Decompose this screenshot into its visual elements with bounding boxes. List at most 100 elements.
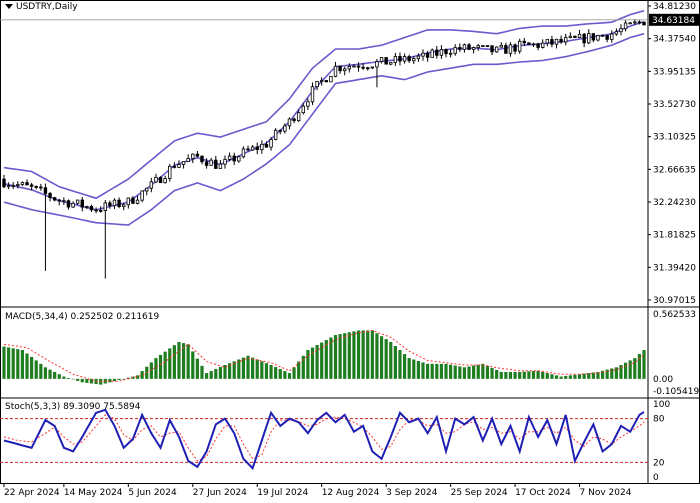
candle-body (66, 200, 71, 208)
macd-histogram-bar (370, 330, 374, 379)
macd-histogram-bar (85, 378, 89, 383)
candle-body (264, 143, 269, 148)
macd-histogram-bar (522, 371, 526, 379)
macd-histogram-bar (462, 367, 467, 379)
macd-histogram-bar (2, 346, 6, 379)
candle-body (517, 40, 522, 52)
candle-body (559, 38, 563, 43)
candle-body (227, 155, 232, 160)
candle-body (145, 187, 149, 192)
candle-body (490, 45, 494, 53)
candle-body (232, 155, 236, 162)
macd-histogram-bar (416, 360, 420, 379)
candle-body (214, 159, 218, 169)
macd-histogram-bar (218, 367, 223, 379)
candle-body (531, 43, 536, 46)
macd-histogram-bar (375, 333, 379, 379)
macd-histogram-bar (421, 362, 425, 379)
candle-body (494, 46, 499, 53)
price-axis-label: 33.95135 (653, 67, 696, 77)
macd-histogram-bar (89, 378, 94, 384)
macd-histogram-bar (495, 369, 499, 379)
triangle-down-icon[interactable] (5, 4, 13, 9)
time-axis-label: 7 Nov 2024 (580, 488, 632, 498)
macd-histogram-bar (48, 369, 52, 379)
macd-histogram-bar (255, 359, 259, 379)
candle-body (471, 47, 476, 50)
candle-body (292, 118, 296, 122)
candle-body (527, 42, 531, 45)
candle-body (75, 199, 80, 204)
candle-body (587, 33, 591, 44)
candle-body (25, 182, 29, 186)
candle-body (71, 202, 75, 208)
macd-histogram-bar (16, 349, 20, 379)
price-axis-label: 34.81230 (653, 2, 696, 12)
candle-body (402, 56, 407, 62)
price-axis-label: 32.66635 (653, 165, 696, 175)
candle-body (158, 176, 163, 184)
candle-body (140, 190, 144, 201)
candle-body (389, 62, 393, 65)
macd-histogram-bar (338, 334, 342, 379)
macd-histogram-bar (154, 358, 158, 379)
time-axis-label: 22 Apr 2024 (4, 488, 60, 498)
macd-histogram-bar (499, 371, 503, 379)
chart-window[interactable]: 34.81230 34.37540 33.95135 33.52730 33.10325… (0, 0, 700, 500)
macd-histogram-bar (260, 361, 264, 379)
macd-histogram-bar (25, 353, 29, 379)
macd-histogram-bar (508, 371, 513, 379)
macd-histogram-bar (504, 371, 508, 379)
candle-body (260, 143, 264, 151)
candle-body (20, 182, 25, 185)
macd-histogram-bar (320, 342, 324, 379)
macd-histogram-bar (554, 375, 559, 379)
macd-histogram-bar (573, 374, 577, 379)
candle-body (301, 105, 305, 114)
macd-histogram-bar (246, 355, 250, 379)
macd-histogram-bar (541, 371, 545, 379)
candle-body (356, 65, 361, 68)
candle-body (112, 199, 117, 207)
macd-histogram-bar (453, 365, 457, 379)
candle-body (181, 161, 186, 165)
candle-body (421, 52, 425, 57)
candle-body (352, 65, 356, 68)
candle-body (361, 66, 365, 69)
candle-body (278, 129, 282, 132)
candle-body (273, 129, 278, 140)
time-axis-label: 14 May 2024 (64, 488, 123, 498)
macd-histogram-bar (412, 359, 416, 379)
candle-body (366, 67, 370, 70)
macd-histogram-bar (163, 351, 167, 379)
macd-histogram-bar (398, 350, 402, 379)
candle-body (89, 205, 94, 211)
candle-body (43, 187, 48, 194)
candle-body (628, 22, 632, 25)
bollinger-middle (3, 21, 645, 211)
candle-body (564, 37, 568, 43)
macd-histogram-bar (297, 361, 301, 379)
candle-body (6, 185, 11, 188)
macd-histogram-bar (536, 370, 540, 379)
candle-body (287, 118, 292, 127)
macd-histogram-bar (356, 330, 361, 379)
candle-body (338, 65, 342, 72)
candle-body (633, 21, 637, 24)
candle-body (541, 42, 545, 48)
candle-body (108, 202, 112, 207)
chart-canvas[interactable]: 34.81230 34.37540 33.95135 33.52730 33.10325… (0, 0, 700, 500)
macd-histogram-bar (343, 333, 347, 379)
macd-histogram-bar (108, 378, 112, 383)
candle-body (16, 183, 20, 186)
candle-body (462, 44, 467, 50)
macd-histogram-bar (306, 350, 310, 379)
macd-histogram-bar (347, 332, 351, 379)
macd-histogram-bar (204, 373, 209, 379)
candle-body (398, 56, 402, 62)
macd-histogram-bar (550, 374, 554, 379)
candle-body (237, 156, 241, 162)
candle-body (444, 49, 448, 55)
candle-body (333, 65, 338, 77)
macd-histogram-bar (195, 358, 199, 379)
